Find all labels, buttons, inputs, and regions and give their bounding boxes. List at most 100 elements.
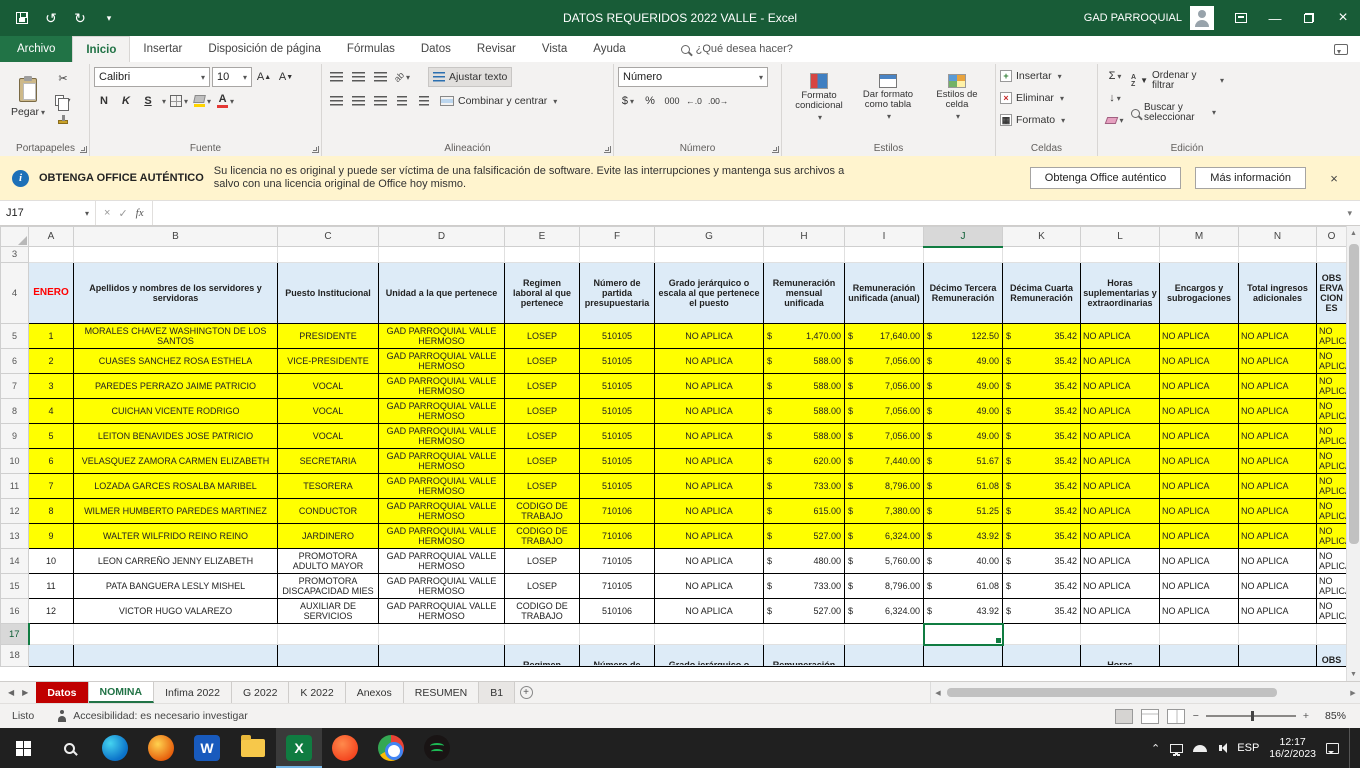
cell-partida[interactable]: 710106 [580,499,655,524]
font-size-select[interactable]: 10▾ [212,67,252,87]
zoom-in-button[interactable]: + [1303,710,1309,722]
cell-decima-cuarta[interactable]: $35.42 [1003,399,1081,424]
merge-center-button[interactable]: Combinar y centrar▾ [436,91,561,111]
row-header[interactable]: 7 [1,374,29,399]
cell-numero[interactable]: 2 [29,349,74,374]
cell-regimen[interactable]: LOSEP [505,449,580,474]
notification-center-button[interactable] [1326,743,1339,754]
cell-grado[interactable]: NO APLICA [655,574,764,599]
month-header-cell[interactable] [29,645,74,667]
header-cell[interactable]: Remuneración unificada (anual) [845,645,924,667]
cell-nombre[interactable]: WILMER HUMBERTO PAREDES MARTINEZ [74,499,278,524]
cell-regimen[interactable]: CODIGO DE TRABAJO [505,524,580,549]
cell-grado[interactable]: NO APLICA [655,474,764,499]
cell-decimo-tercera[interactable]: $49.00 [924,399,1003,424]
column-header-j-selected[interactable]: J [924,227,1003,247]
cell-rem-mensual[interactable]: $588.00 [764,374,845,399]
cell-numero[interactable]: 7 [29,474,74,499]
cell-nombre[interactable]: VELASQUEZ ZAMORA CARMEN ELIZABETH [74,449,278,474]
taskbar-word[interactable]: W [184,728,230,768]
cell-horas[interactable]: NO APLICA [1081,424,1160,449]
cell-decimo-tercera[interactable]: $61.08 [924,474,1003,499]
cell-unidad[interactable]: GAD PARROQUIAL VALLE HERMOSO [379,324,505,349]
cell-puesto[interactable]: PROMOTORA DISCAPACIDAD MIES [278,574,379,599]
cell-decimo-tercera[interactable]: $49.00 [924,349,1003,374]
sheet-tab-k-2022[interactable]: K 2022 [289,682,345,703]
cell-horas[interactable]: NO APLICA [1081,599,1160,624]
cell-puesto[interactable]: PROMOTORA ADULTO MAYOR [278,549,379,574]
column-header-g[interactable]: G [655,227,764,247]
cell-rem-mensual[interactable]: $480.00 [764,549,845,574]
delete-cells-button[interactable]: ×Eliminar▾ [1000,88,1065,108]
taskbar-brave[interactable] [322,728,368,768]
column-header-f[interactable]: F [580,227,655,247]
close-button[interactable]: × [1326,0,1360,36]
header-cell[interactable]: Apellidos y nombres de los servidores y … [74,263,278,324]
cell-horas[interactable]: NO APLICA [1081,474,1160,499]
font-name-select[interactable]: Calibri▾ [94,67,210,87]
cell-nombre[interactable]: LEON CARREÑO JENNY ELIZABETH [74,549,278,574]
start-button[interactable] [0,728,46,768]
cell-rem-anual[interactable]: $17,640.00 [845,324,924,349]
row-header[interactable]: 11 [1,474,29,499]
dialog-launcher-icon[interactable] [604,146,611,153]
cell-partida[interactable]: 510105 [580,324,655,349]
header-cell[interactable]: Décimo Tercera Remuneración [924,645,1003,667]
cell-nombre[interactable]: WALTER WILFRIDO REINO REINO [74,524,278,549]
cell-unidad[interactable]: GAD PARROQUIAL VALLE HERMOSO [379,374,505,399]
cell-partida[interactable]: 510105 [580,474,655,499]
increase-decimal-button[interactable]: ←.0 [684,91,704,111]
cell-observaciones[interactable]: NO APLICA [1317,549,1347,574]
sheet-tab-g-2022[interactable]: G 2022 [232,682,289,703]
cell-horas[interactable]: NO APLICA [1081,324,1160,349]
row-header-selected[interactable]: 17 [1,624,29,645]
cell-encargos[interactable]: NO APLICA [1160,374,1239,399]
header-cell[interactable]: Décima Cuarta Remuneración [1003,263,1081,324]
avatar[interactable] [1190,6,1214,30]
cell-rem-anual[interactable]: $7,056.00 [845,399,924,424]
row-header[interactable]: 13 [1,524,29,549]
format-cells-button[interactable]: ▦Formato▾ [1000,110,1065,130]
cell-rem-anual[interactable]: $5,760.00 [845,549,924,574]
cancel-entry-button[interactable]: × [104,207,110,219]
row-header[interactable]: 6 [1,349,29,374]
cell-horas[interactable]: NO APLICA [1081,374,1160,399]
format-painter-button[interactable] [53,112,73,132]
cell-encargos[interactable]: NO APLICA [1160,524,1239,549]
cell-observaciones[interactable]: NO APLICA [1317,474,1347,499]
cell-rem-anual[interactable]: $7,380.00 [845,499,924,524]
customize-qat-button[interactable]: ▾ [95,4,123,32]
dialog-launcher-icon[interactable] [312,146,319,153]
header-cell[interactable]: Grado jerárquico o escala al que pertene… [655,263,764,324]
cell-horas[interactable]: NO APLICA [1081,349,1160,374]
column-header-b[interactable]: B [74,227,278,247]
cell-unidad[interactable]: GAD PARROQUIAL VALLE HERMOSO [379,599,505,624]
dialog-launcher-icon[interactable] [772,146,779,153]
cell-observaciones[interactable]: NO APLICA [1317,349,1347,374]
cell-numero[interactable]: 4 [29,399,74,424]
cell-rem-anual[interactable]: $8,796.00 [845,474,924,499]
cell-decima-cuarta[interactable]: $35.42 [1003,349,1081,374]
cell-encargos[interactable]: NO APLICA [1160,574,1239,599]
cell-unidad[interactable]: GAD PARROQUIAL VALLE HERMOSO [379,549,505,574]
cell-rem-mensual[interactable]: $733.00 [764,474,845,499]
cell-encargos[interactable]: NO APLICA [1160,449,1239,474]
autosum-button[interactable]: Σ▾ [1102,66,1128,86]
cell-partida[interactable]: 710106 [580,524,655,549]
new-sheet-button[interactable]: + [515,682,537,703]
cell-puesto[interactable]: PRESIDENTE [278,324,379,349]
cell-regimen[interactable]: LOSEP [505,549,580,574]
accounting-format-button[interactable]: $▾ [618,91,638,111]
cell-horas[interactable]: NO APLICA [1081,524,1160,549]
cell-decima-cuarta[interactable]: $35.42 [1003,324,1081,349]
row-header[interactable]: 16 [1,599,29,624]
fill-color-button[interactable]: ▾ [192,91,213,111]
column-header-i[interactable]: I [845,227,924,247]
close-message-button[interactable]: × [1320,171,1348,186]
cell-total[interactable]: NO APLICA [1239,374,1317,399]
cell-rem-mensual[interactable]: $1,470.00 [764,324,845,349]
grow-font-button[interactable]: A▲ [254,67,274,87]
get-office-button[interactable]: Obtenga Office auténtico [1030,167,1182,189]
cell-numero[interactable]: 12 [29,599,74,624]
taskbar-spotify[interactable] [414,728,460,768]
